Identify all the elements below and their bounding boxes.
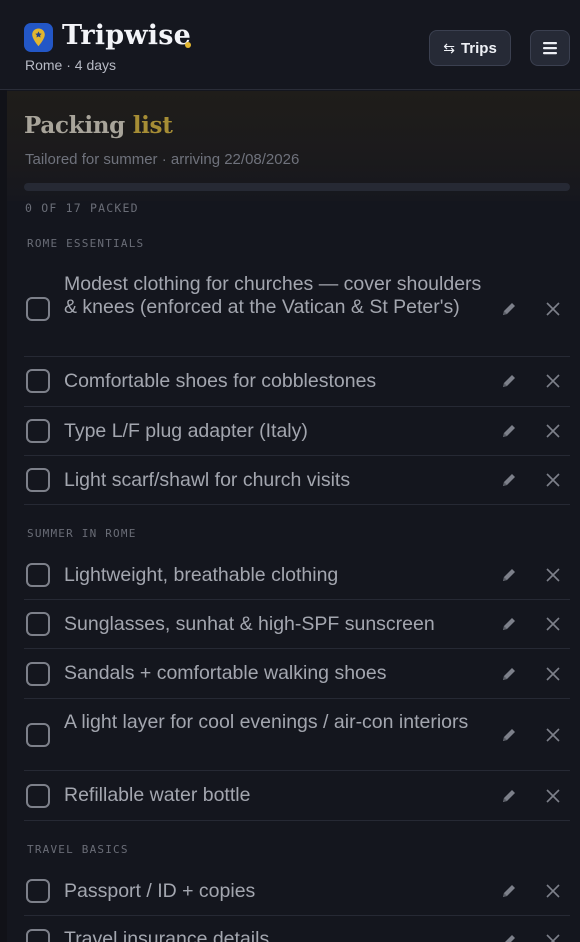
item-checkbox[interactable] [26, 369, 50, 393]
menu-button[interactable] [530, 30, 570, 66]
pencil-icon[interactable] [500, 615, 518, 633]
pencil-icon[interactable] [500, 372, 518, 390]
packing-item: Comfortable shoes for cobblestones [24, 357, 570, 407]
tailored-subtitle: Tailored for summer · arriving 22/08/202… [25, 151, 300, 168]
close-icon[interactable] [545, 933, 561, 942]
pencil-icon[interactable] [500, 882, 518, 900]
item-text: Modest clothing for churches — cover sho… [64, 273, 482, 318]
close-icon[interactable] [545, 666, 561, 682]
pencil-icon[interactable] [500, 471, 518, 489]
packing-item: Lightweight, breathable clothing [24, 551, 570, 600]
item-checkbox[interactable] [26, 419, 50, 443]
close-icon[interactable] [545, 373, 561, 389]
section-label: ROME ESSENTIALS [27, 237, 145, 250]
page-title: Packing list [24, 112, 173, 139]
packing-item: Refillable water bottle [24, 771, 570, 821]
item-checkbox[interactable] [26, 468, 50, 492]
item-checkbox[interactable] [26, 662, 50, 686]
section-label: SUMMER IN ROME [27, 527, 137, 540]
item-text: Type L/F plug adapter (Italy) [64, 420, 308, 442]
item-checkbox[interactable] [26, 879, 50, 903]
pencil-icon[interactable] [500, 787, 518, 805]
trips-button-label: Trips [460, 39, 497, 57]
close-icon[interactable] [545, 472, 561, 488]
packing-item: A light layer for cool evenings / air-co… [24, 699, 570, 771]
item-checkbox[interactable] [26, 723, 50, 747]
close-icon[interactable] [545, 567, 561, 583]
item-text: Comfortable shoes for cobblestones [64, 370, 377, 392]
packing-progress-bar [24, 183, 570, 191]
pencil-icon[interactable] [500, 932, 518, 942]
item-checkbox[interactable] [26, 612, 50, 636]
section-label: TRAVEL BASICS [27, 843, 129, 856]
item-text: Refillable water bottle [64, 784, 251, 806]
item-text: Travel insurance details [64, 928, 270, 942]
logo-pin-icon [24, 23, 53, 52]
close-icon[interactable] [545, 727, 561, 743]
close-icon[interactable] [545, 788, 561, 804]
pencil-icon[interactable] [500, 422, 518, 440]
packing-item: Passport / ID + copies [24, 866, 570, 916]
title-accent: list [132, 112, 173, 139]
side-rail [0, 90, 7, 942]
packing-item: Sandals + comfortable walking shoes [24, 649, 570, 699]
packing-item: Travel insurance details [24, 916, 570, 942]
close-icon[interactable] [545, 616, 561, 632]
item-text: A light layer for cool evenings / air-co… [64, 711, 469, 733]
pencil-icon[interactable] [500, 726, 518, 744]
app-header: Tripwise Rome · 4 days ⇆ Trips [0, 0, 580, 90]
packed-count: 0 OF 17 PACKED [25, 201, 139, 215]
packing-item: Type L/F plug adapter (Italy) [24, 407, 570, 456]
pencil-icon[interactable] [500, 300, 518, 318]
packing-item: Sunglasses, sunhat & high-SPF sunscreen [24, 600, 570, 649]
item-checkbox[interactable] [26, 563, 50, 587]
pencil-icon[interactable] [500, 566, 518, 584]
trip-subtitle: Rome · 4 days [25, 57, 117, 73]
packing-item: Modest clothing for churches — cover sho… [24, 262, 570, 357]
close-icon[interactable] [545, 883, 561, 899]
item-checkbox[interactable] [26, 784, 50, 808]
close-icon[interactable] [545, 301, 561, 317]
close-icon[interactable] [545, 423, 561, 439]
hamburger-menu-icon [543, 42, 557, 55]
item-text: Lightweight, breathable clothing [64, 564, 339, 586]
title-main: Packing [24, 112, 125, 139]
item-text: Sandals + comfortable walking shoes [64, 662, 387, 684]
swap-arrows-icon: ⇆ [443, 39, 455, 56]
item-text: Passport / ID + copies [64, 880, 256, 902]
pencil-icon[interactable] [500, 665, 518, 683]
item-checkbox[interactable] [26, 297, 50, 321]
app-name: Tripwise [62, 20, 191, 51]
item-checkbox[interactable] [26, 929, 50, 942]
trips-button[interactable]: ⇆ Trips [429, 30, 511, 66]
item-text: Light scarf/shawl for church visits [64, 469, 351, 491]
item-text: Sunglasses, sunhat & high-SPF sunscreen [64, 613, 435, 635]
brand-dot-icon [185, 42, 191, 48]
packing-item: Light scarf/shawl for church visits [24, 456, 570, 505]
